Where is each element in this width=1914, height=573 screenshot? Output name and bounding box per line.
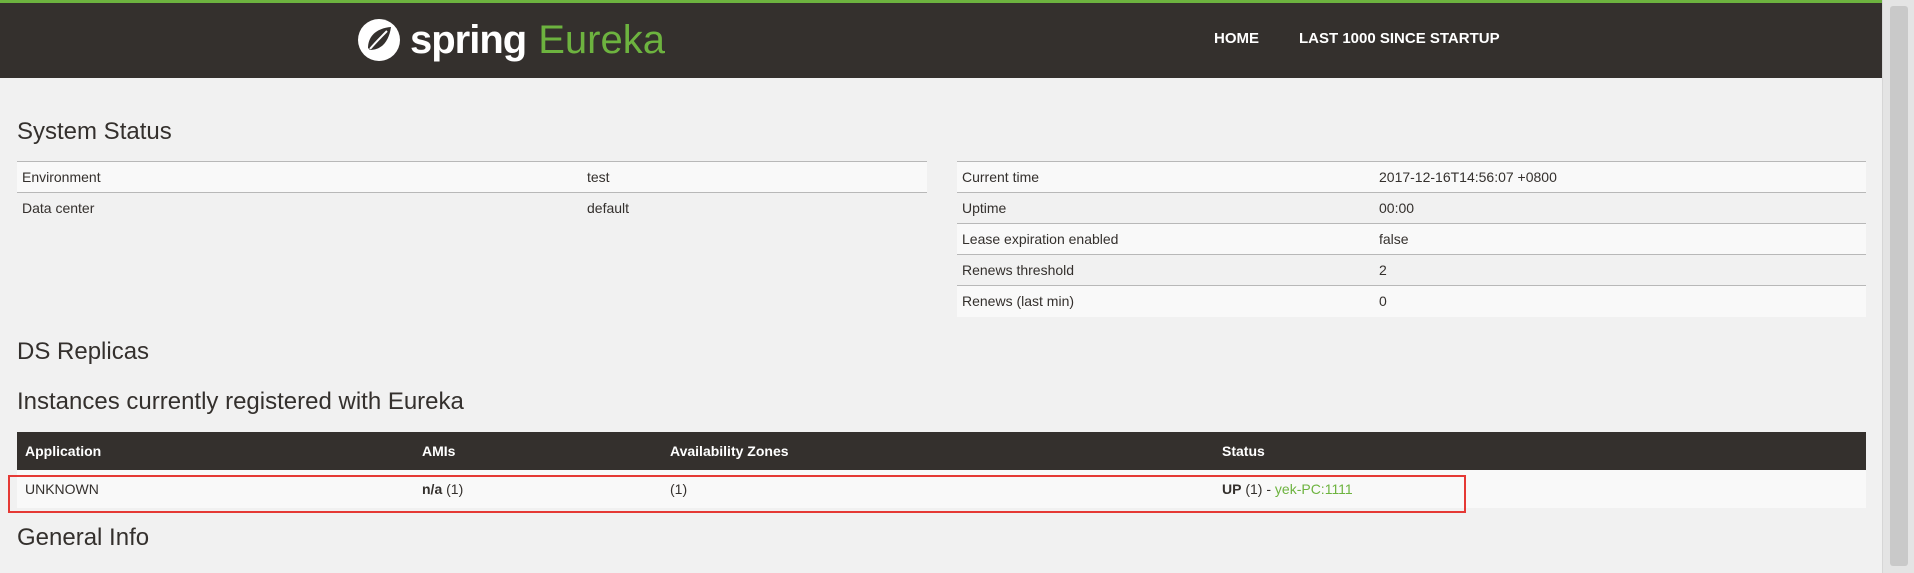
cell-status: UP (1) - yek-PC:1111 [1214,470,1866,508]
cell-application: UNKNOWN [17,470,414,508]
spring-leaf-icon [358,19,400,61]
status-count: (1) - [1245,481,1272,497]
status-label: Renews (last min) [957,285,1374,317]
col-amis: AMIs [414,432,662,470]
table-header-row: Application AMIs Availability Zones Stat… [17,432,1866,470]
status-label: Environment [17,161,582,193]
table-row: Renews (last min) 0 [957,285,1866,317]
table-row: Lease expiration enabled false [957,223,1866,255]
brand-eureka-text: Eureka [538,17,665,62]
brand-logo[interactable]: spring Eureka [356,15,665,65]
col-application: Application [17,432,414,470]
nav-home-link[interactable]: HOME [1214,30,1259,47]
status-value: UP [1222,481,1242,497]
status-value: 0 [1374,285,1866,317]
ds-replicas-title: DS Replicas [17,338,150,365]
scrollbar-thumb[interactable] [1890,6,1908,566]
system-status-right-table: Current time 2017-12-16T14:56:07 +0800 U… [957,161,1866,317]
status-value: false [1374,223,1866,255]
instances-title: Instances currently registered with Eure… [17,388,464,415]
status-value: 00:00 [1374,192,1866,224]
brand-spring-text: spring [410,17,527,62]
system-status-left-table: Environment test Data center default [17,161,927,224]
table-row: Renews threshold 2 [957,254,1866,286]
status-label: Current time [957,161,1374,193]
system-status-title: System Status [17,118,172,145]
cell-amis: n/a (1) [414,470,662,508]
table-row: Current time 2017-12-16T14:56:07 +0800 [957,161,1866,193]
status-value: default [582,192,927,224]
col-zones: Availability Zones [662,432,1214,470]
instances-table: Application AMIs Availability Zones Stat… [17,432,1866,508]
status-value: 2 [1374,254,1866,286]
amis-count: (1) [446,481,464,497]
table-row: Data center default [17,192,927,224]
table-row: Uptime 00:00 [957,192,1866,224]
amis-value: n/a [422,481,443,497]
status-label: Lease expiration enabled [957,223,1374,255]
instance-link[interactable]: yek-PC:1111 [1275,481,1353,497]
col-status: Status [1214,432,1866,470]
status-value: test [582,161,927,193]
nav-last1000-link[interactable]: LAST 1000 SINCE STARTUP [1299,30,1500,47]
vertical-scrollbar[interactable] [1882,0,1914,573]
table-row: UNKNOWN n/a (1) (1) UP (1) - yek-PC:1111 [17,470,1866,508]
top-navbar: spring Eureka HOME LAST 1000 SINCE START… [0,0,1882,78]
cell-zones: (1) [662,470,1214,508]
general-info-title: General Info [17,524,150,551]
status-label: Uptime [957,192,1374,224]
nav-links: HOME LAST 1000 SINCE STARTUP [1214,30,1500,47]
status-label: Data center [17,192,582,224]
status-label: Renews threshold [957,254,1374,286]
status-value: 2017-12-16T14:56:07 +0800 [1374,161,1866,193]
table-row: Environment test [17,161,927,193]
